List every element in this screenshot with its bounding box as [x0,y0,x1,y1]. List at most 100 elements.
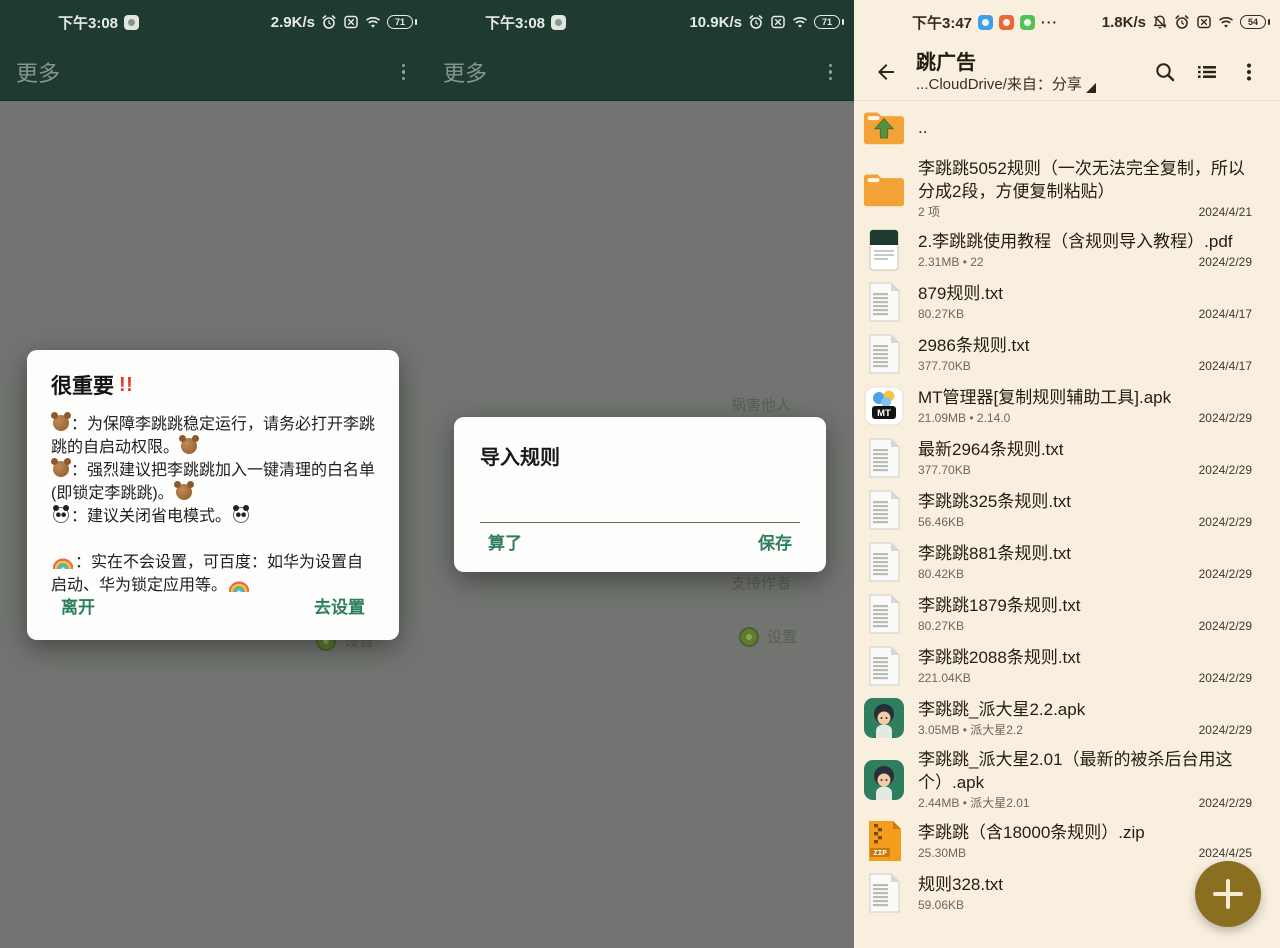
file-name: 李跳跳2088条规则.txt [918,646,1252,669]
file-date: 2024/2/29 [1199,463,1252,478]
folder-up-icon [862,105,906,149]
file-date: 2024/4/21 [1199,205,1252,220]
folder-icon [862,167,906,211]
panel-file-manager: 下午3:47 ··· 1.8K/s 54 跳广告 [854,0,1280,948]
file-name: 李跳跳881条规则.txt [918,542,1252,565]
txt-icon [862,644,906,688]
no-sim-icon [1196,14,1212,30]
file-row[interactable]: ZIP 李跳跳（含18000条规则）.zip 25.30MB 2024/4/25 [854,815,1280,867]
file-meta: 221.04KB [918,671,971,686]
alarm-icon [321,14,337,30]
page-title: 更多 [16,56,60,88]
file-name: 李跳跳325条规则.txt [918,490,1252,513]
net-speed: 2.9K/s [271,14,315,31]
file-meta: 80.27KB [918,619,964,634]
txt-icon [862,436,906,480]
file-meta: 2 项 [918,205,940,220]
dimmed-settings-label: 设置 [767,626,797,647]
file-date: 2024/2/29 [1199,671,1252,686]
rules-input[interactable] [480,500,800,523]
double-exclamation-mark: !! [119,374,133,397]
dialog-title: 导入规则 [480,441,800,470]
go-to-settings-button[interactable]: 去设置 [312,591,367,620]
file-row[interactable]: .. [854,101,1280,153]
file-row[interactable]: 李跳跳1879条规则.txt 80.27KB 2024/2/29 [854,588,1280,640]
file-row[interactable]: MT MT管理器[复制规则辅助工具].apk 21.09MB • 2.14.0 … [854,380,1280,432]
file-meta: 80.27KB [918,307,964,322]
view-list-icon[interactable] [1186,51,1228,93]
file-meta: 377.70KB [918,359,971,374]
status-bar: 下午3:08 2.9K/s 71 [0,0,427,44]
dimmed-settings-item[interactable]: 设置 [739,626,797,647]
overflow-menu-icon[interactable] [825,60,837,85]
file-list: .. 李跳跳5052规则（一次无法完全复制，所以分成2段，方便复制粘贴） 2 项… [854,101,1280,948]
search-icon[interactable] [1144,51,1186,93]
battery-icon: 71 [387,15,413,29]
file-name: 李跳跳_派大星2.2.apk [918,698,1252,721]
overflow-menu-icon[interactable] [1228,51,1270,93]
file-row[interactable]: 2.李跳跳使用教程（含规则导入教程）.pdf 2.31MB • 22 2024/… [854,224,1280,276]
txt-icon [862,540,906,584]
svg-text:MT: MT [877,408,891,419]
file-row[interactable]: 879规则.txt 80.27KB 2024/4/17 [854,276,1280,328]
file-meta: 3.05MB • 派大星2.2 [918,723,1023,738]
file-date: 2024/2/29 [1199,723,1252,738]
file-meta: 21.09MB • 2.14.0 [918,411,1010,426]
file-row[interactable]: 李跳跳5052规则（一次无法完全复制，所以分成2段，方便复制粘贴） 2 项 20… [854,153,1280,224]
zip-icon: ZIP [862,819,906,863]
net-speed: 10.9K/s [689,14,742,31]
status-time: 下午3:08 [485,12,545,33]
title-block[interactable]: 跳广告 ...CloudDrive/来自：分享 [916,51,1144,94]
file-date: 2024/2/29 [1199,567,1252,582]
dimmed-share-label: 祸害他人 [731,394,791,415]
file-date: 2024/2/29 [1199,796,1252,811]
add-fab-button[interactable] [1195,861,1261,927]
file-date: 2024/4/17 [1199,359,1252,374]
file-name: 2.李跳跳使用教程（含规则导入教程）.pdf [918,230,1252,253]
file-row[interactable]: 李跳跳2088条规则.txt 221.04KB 2024/2/29 [854,640,1280,692]
bear-emoji [176,484,192,500]
file-name: 李跳跳5052规则（一次无法完全复制，所以分成2段，方便复制粘贴） [918,157,1252,203]
status-time: 下午3:08 [58,12,118,33]
cancel-button[interactable]: 算了 [486,527,524,556]
txt-icon [862,592,906,636]
no-sim-icon [770,14,786,30]
bear-emoji [53,415,69,431]
dimmed-share-item[interactable]: 祸害他人 [731,394,791,415]
file-row[interactable]: 2986条规则.txt 377.70KB 2024/4/17 [854,328,1280,380]
panda-emoji [233,507,249,523]
file-meta: 56.46KB [918,515,964,530]
file-row[interactable]: 李跳跳_派大星2.01（最新的被杀后台用这个）.apk 2.44MB • 派大星… [854,744,1280,815]
page-title: 更多 [443,56,487,88]
app-bar: 更多 [0,44,427,101]
file-date: 2024/2/29 [1199,411,1252,426]
back-arrow-icon[interactable] [866,52,906,92]
panel-litiaotiao-more-2: 下午3:08 10.9K/s 71 更多 祸害他人 支持作者 设置 [427,0,854,948]
file-row[interactable]: 李跳跳325条规则.txt 56.46KB 2024/2/29 [854,484,1280,536]
file-name: 2986条规则.txt [918,334,1252,357]
notification-app-icon-orange [999,15,1014,30]
file-meta: 80.42KB [918,567,964,582]
notification-app-icon-green [1020,15,1035,30]
mt-app-icon: MT [862,384,906,428]
file-row[interactable]: 最新2964条规则.txt 377.70KB 2024/2/29 [854,432,1280,484]
file-date: 2024/4/17 [1199,307,1252,322]
txt-icon [862,332,906,376]
settings-icon [739,627,759,647]
file-meta: 2.44MB • 派大星2.01 [918,796,1030,811]
breadcrumb: ...CloudDrive/来自：分享 [916,75,1082,94]
file-date: 2024/2/29 [1199,515,1252,530]
wifi-icon [1218,14,1234,30]
dimmed-support-item[interactable]: 支持作者 [731,572,791,593]
leave-button[interactable]: 离开 [59,591,97,620]
panel-litiaotiao-more-1: 下午3:08 2.9K/s 71 更多 设置 很重要!! ：为保障李跳跳稳定运行… [0,0,427,948]
save-button[interactable]: 保存 [756,527,794,556]
overflow-menu-icon[interactable] [398,60,410,85]
file-row[interactable]: 李跳跳881条规则.txt 80.42KB 2024/2/29 [854,536,1280,588]
file-row[interactable]: 李跳跳_派大星2.2.apk 3.05MB • 派大星2.2 2024/2/29 [854,692,1280,744]
status-time: 下午3:47 [912,12,972,33]
battery-icon: 54 [1240,15,1266,29]
dimmed-support-label: 支持作者 [731,572,791,593]
wifi-icon [365,14,381,30]
file-name: 李跳跳（含18000条规则）.zip [918,821,1252,844]
